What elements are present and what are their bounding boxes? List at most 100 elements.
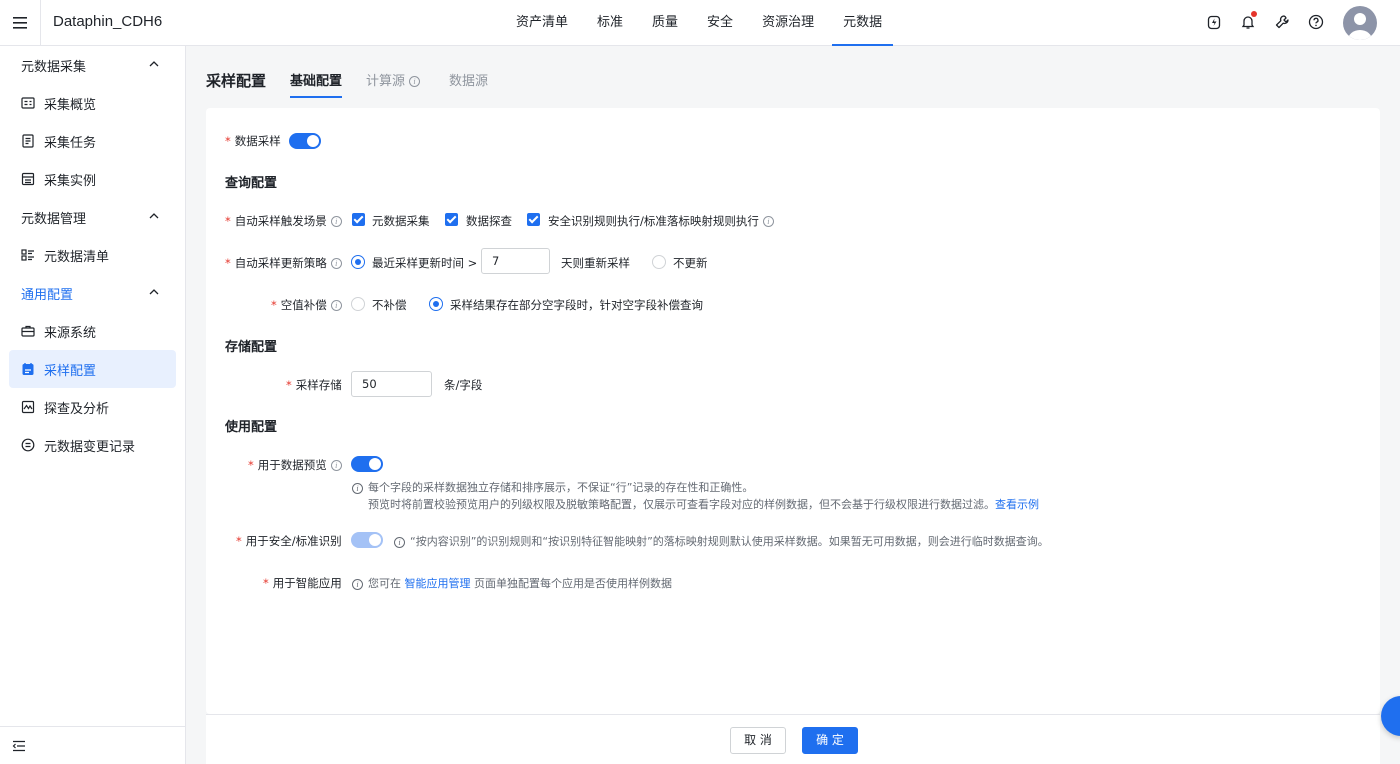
security-recognition-hint: i “按内容识别”的识别规则和“按识别特征智能映射”的落标映射规则默认使用采样数据… (394, 533, 1049, 549)
smart-app-management-link[interactable]: 智能应用管理 (405, 577, 471, 590)
radio-compensation-query-label: 采样结果存在部分空字段时，针对空字段补偿查询 (450, 298, 703, 312)
checkbox-label: 安全识别规则执行/标准落标映射规则执行 i (548, 213, 774, 229)
data-preview-hint-1: i 每个字段的采样数据独立存储和排序展示，不保证“行”记录的存在性和正确性。 (352, 479, 753, 495)
nav-security[interactable]: 安全 (696, 0, 744, 46)
overview-icon (21, 97, 35, 109)
auto-trigger-label: * 自动采样触发场景 i (225, 213, 342, 229)
sidebar-group-metadata-collection[interactable]: 元数据采集 (0, 46, 186, 84)
page-title: 采样配置 (206, 72, 267, 90)
bell-icon[interactable] (1239, 11, 1257, 31)
top-bar: Dataphin_CDH6 资产清单 标准 质量 安全 资源治理 元数据 (0, 0, 1400, 46)
sidebar-group-general-config[interactable]: 通用配置 (0, 274, 186, 312)
security-recognition-toggle (351, 532, 383, 548)
tab-compute-source[interactable]: 计算源 i (366, 70, 421, 98)
confirm-button[interactable]: 确 定 (802, 727, 858, 754)
chart-icon (21, 400, 35, 414)
query-config-heading: 查询配置 (225, 176, 278, 191)
sidebar-item-sampling-config[interactable]: 采样配置 (9, 350, 176, 388)
data-preview-label: * 用于数据预览 i (248, 457, 342, 473)
top-nav: 资产清单 标准 质量 安全 资源治理 元数据 (505, 0, 900, 46)
help-icon[interactable] (1307, 13, 1325, 31)
usage-config-heading: 使用配置 (225, 420, 278, 435)
sample-config-icon (22, 363, 34, 375)
info-icon: i (352, 482, 363, 494)
collapse-sidebar-icon[interactable] (12, 739, 26, 753)
sidebar-item-label: 元数据变更记录 (44, 440, 136, 455)
info-icon: i (330, 460, 342, 471)
sidebar-item-metadata-change-log[interactable]: 元数据变更记录 (9, 426, 176, 464)
assistant-float-button[interactable] (1381, 696, 1400, 736)
smart-app-label: * 用于智能应用 (263, 576, 342, 590)
sidebar-item-collection-overview[interactable]: 采集概览 (9, 84, 176, 122)
menu-icon[interactable] (0, 0, 41, 46)
instance-icon (21, 172, 35, 186)
tab-data-source[interactable]: 数据源 (449, 70, 488, 98)
sidebar-item-explore-analysis[interactable]: 探查及分析 (9, 388, 176, 426)
tab-label: 计算源 (366, 74, 406, 89)
info-icon: i (330, 258, 342, 269)
info-icon: i (330, 216, 342, 227)
radio-recent-update[interactable] (351, 255, 365, 269)
data-sampling-toggle[interactable] (289, 133, 321, 149)
nav-metadata[interactable]: 元数据 (832, 0, 894, 46)
data-preview-hint-2: 预览时将前置校验预览用户的列级权限及脱敏策略配置，仅展示可查看字段对应的样例数据… (368, 498, 1039, 511)
sidebar-group-label: 元数据采集 (21, 60, 87, 75)
wrench-icon[interactable] (1273, 13, 1291, 31)
sidebar-item-label: 采集任务 (44, 136, 97, 151)
info-icon: i (409, 76, 421, 87)
nav-standard[interactable]: 标准 (586, 0, 634, 46)
sidebar-item-label: 元数据清单 (44, 250, 110, 265)
task-icon (22, 134, 34, 148)
radio-no-update[interactable] (652, 255, 666, 269)
info-icon: i (762, 216, 774, 227)
days-input[interactable]: 7 (481, 248, 550, 274)
nav-asset-list[interactable]: 资产清单 (505, 0, 579, 46)
sidebar-item-label: 来源系统 (44, 326, 97, 341)
radio-no-compensation-label: 不补偿 (372, 298, 407, 312)
list-icon (21, 249, 34, 261)
sidebar-item-label: 探查及分析 (44, 402, 110, 417)
sidebar-group-label: 元数据管理 (21, 212, 87, 227)
radio-no-compensation[interactable] (351, 297, 365, 311)
lightning-bolt-icon[interactable] (1205, 13, 1223, 31)
nav-quality[interactable]: 质量 (641, 0, 689, 46)
data-preview-toggle[interactable] (351, 456, 383, 472)
checkbox-label: 元数据采集 (372, 214, 430, 228)
checkbox-label: 数据探查 (466, 214, 512, 228)
chevron-up-icon (149, 213, 159, 219)
sidebar-footer (0, 726, 186, 764)
cancel-button[interactable]: 取 消 (730, 727, 786, 754)
avatar[interactable] (1343, 6, 1377, 40)
sidebar-group-metadata-management[interactable]: 元数据管理 (0, 198, 186, 236)
nav-resource-governance[interactable]: 资源治理 (751, 0, 825, 46)
checkbox-security-rule[interactable] (527, 213, 540, 226)
tab-basic-config[interactable]: 基础配置 (290, 70, 343, 98)
security-recognition-label: * 用于安全/标准识别 (236, 534, 342, 548)
smart-app-hint: i 您可在 智能应用管理 页面单独配置每个应用是否使用样例数据 (352, 575, 672, 591)
data-sampling-label: * 数据采样 (225, 134, 281, 148)
null-compensation-label: * 空值补偿 i (271, 297, 342, 313)
briefcase-icon (21, 325, 35, 337)
sidebar-item-collection-task[interactable]: 采集任务 (9, 122, 176, 160)
sidebar-item-label: 采集概览 (44, 98, 97, 113)
sidebar-item-label: 采集实例 (44, 174, 97, 189)
info-icon: i (394, 536, 405, 548)
sidebar-item-collection-instance[interactable]: 采集实例 (9, 160, 176, 198)
checkbox-data-explore[interactable] (445, 213, 458, 226)
sample-storage-label: * 采样存储 (286, 378, 342, 392)
sample-storage-input[interactable]: 50 (351, 371, 432, 397)
footer-bar: 取 消 确 定 (206, 714, 1380, 764)
radio-no-update-label: 不更新 (673, 256, 708, 270)
checkbox-metadata-collection[interactable] (352, 213, 365, 226)
config-card (206, 108, 1380, 714)
sidebar: 元数据采集 采集概览 采集任务 采集实例 元数据管理 元数据清单 通用配置 来源… (0, 46, 186, 764)
storage-config-heading: 存储配置 (225, 340, 278, 355)
app-title: Dataphin_CDH6 (53, 13, 163, 30)
notification-dot (1251, 11, 1257, 17)
view-example-link[interactable]: 查看示例 (995, 498, 1039, 511)
sidebar-item-metadata-list[interactable]: 元数据清单 (9, 236, 176, 274)
sample-storage-unit: 条/字段 (444, 378, 483, 392)
sidebar-item-source-system[interactable]: 来源系统 (9, 312, 176, 350)
sidebar-item-label: 采样配置 (44, 364, 97, 379)
radio-compensation-query[interactable] (429, 297, 443, 311)
